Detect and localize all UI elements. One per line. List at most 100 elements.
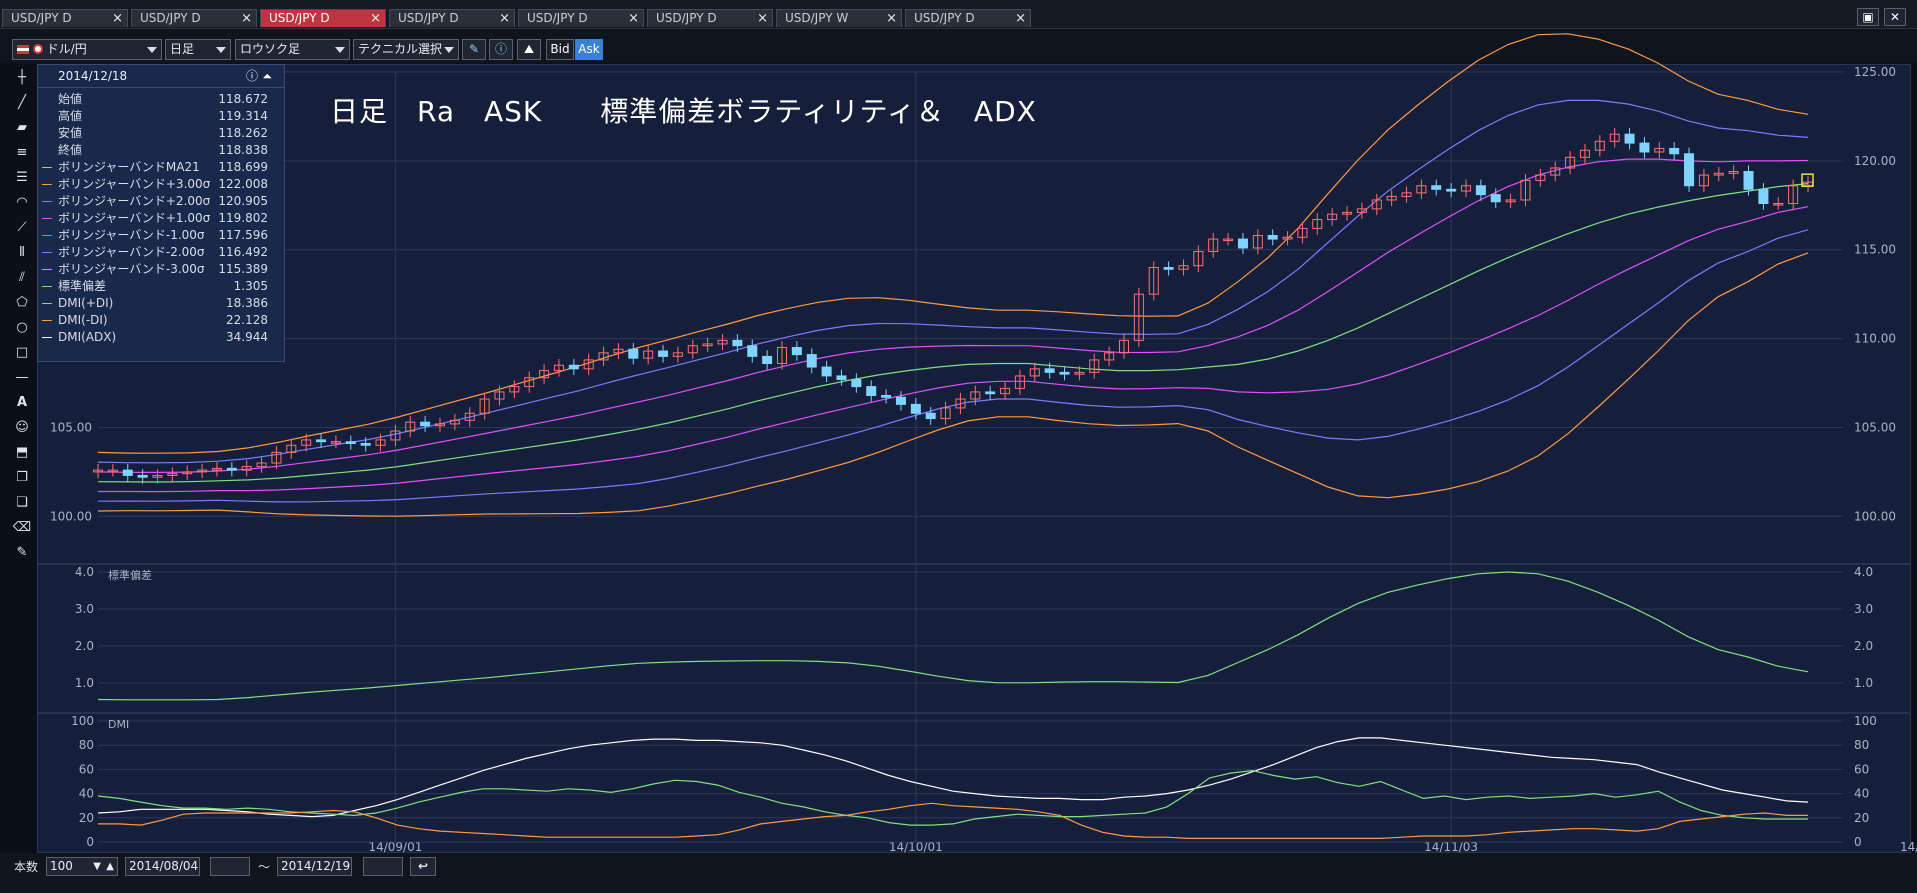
data-window-value: 22.128: [226, 313, 268, 327]
candle-body: [1237, 238, 1248, 249]
candle-body: [1044, 368, 1055, 373]
dmi-tick-label-right: 0: [1854, 835, 1862, 849]
data-window-row: ボリンジャーバンド+2.00σ 120.905: [38, 193, 278, 210]
bollinger-band-line: [97, 252, 1809, 517]
candle-body: [821, 366, 832, 377]
collapse-icon[interactable]: ⏶: [262, 65, 272, 87]
from-date-field[interactable]: 2014/08/04: [125, 857, 200, 876]
data-window-row: DMI(-DI) 22.128: [38, 312, 278, 329]
candle-body: [420, 421, 431, 427]
candle-body: [1743, 171, 1754, 190]
candle-body: [881, 394, 892, 398]
to-date-field[interactable]: 2014/12/19: [277, 857, 352, 876]
price-tick-label-right: 125.00: [1854, 65, 1896, 79]
candle-body: [1163, 267, 1174, 270]
data-window-date: 2014/12/18: [58, 69, 128, 83]
bollinger-band-line: [97, 183, 1809, 483]
data-window-value: 117.596: [218, 228, 268, 242]
plus-di-line: [97, 769, 1808, 826]
data-window-header: 2014/12/18 ⓘ ⏶: [38, 65, 284, 88]
price-tick-label-right: 110.00: [1854, 332, 1896, 346]
data-window-label: 安値: [58, 126, 83, 140]
data-window-row: DMI(+DI) 18.386: [38, 295, 278, 312]
dmi-tick-label-left: 80: [79, 738, 94, 752]
candle-body: [1475, 185, 1486, 196]
data-window-label: ボリンジャーバンド-2.00σ: [58, 245, 205, 259]
data-window-value: 34.944: [226, 330, 268, 344]
dmi-panel-label: DMI: [108, 718, 129, 731]
series-color-swatch: [42, 201, 52, 202]
candle-body: [226, 467, 237, 471]
data-window-value: 118.672: [218, 92, 268, 106]
price-tick-label-right: 100.00: [1854, 509, 1896, 523]
dmi-tick-label-left: 60: [79, 762, 94, 776]
candle-body: [732, 339, 743, 347]
data-window-label: 標準偏差: [58, 279, 107, 293]
bar-count-value: 100: [50, 859, 73, 873]
candle-body: [1059, 371, 1070, 375]
data-window-label: DMI(-DI): [58, 313, 108, 327]
data-window-value: 118.699: [218, 160, 268, 174]
stepper-down-icon[interactable]: ▼: [93, 858, 101, 875]
candle-body: [360, 442, 371, 446]
candle-body: [628, 348, 639, 359]
data-window-value: 1.305: [233, 279, 268, 293]
stddev-tick-label-right: 1.0: [1854, 676, 1873, 690]
candle-body: [866, 386, 877, 396]
data-window-row: 高値 119.314: [38, 108, 278, 125]
range-separator: ～: [258, 860, 271, 874]
price-tick-label-right: 115.00: [1854, 243, 1896, 257]
stddev-tick-label-right: 4.0: [1854, 565, 1873, 579]
dmi-tick-label-right: 40: [1854, 787, 1869, 801]
candle-body: [316, 439, 327, 443]
series-color-swatch: [42, 184, 52, 185]
stddev-tick-label-left: 2.0: [75, 639, 94, 653]
series-color-swatch: [42, 286, 52, 287]
data-window-value: 115.389: [218, 262, 268, 276]
dmi-tick-label-right: 100: [1854, 714, 1877, 728]
candle-body: [658, 350, 669, 357]
series-color-swatch: [42, 269, 52, 270]
data-window-value: 119.314: [218, 109, 268, 123]
from-time-field[interactable]: [210, 857, 250, 876]
candle-body: [791, 346, 802, 356]
price-tick-label-left: 100.00: [50, 509, 92, 523]
date-tick-label: 14/12/01: [1900, 840, 1917, 854]
series-color-swatch: [42, 167, 52, 168]
data-window-value: 118.262: [218, 126, 268, 140]
data-window-value: 18.386: [226, 296, 268, 310]
stddev-line: [97, 571, 1809, 701]
bar-count-label: 本数: [14, 860, 39, 874]
candle-body: [895, 396, 906, 405]
series-color-swatch: [42, 320, 52, 321]
data-window-value: 118.838: [218, 143, 268, 157]
candle-body: [836, 375, 847, 380]
info-icon[interactable]: ⓘ: [246, 65, 258, 87]
candle-body: [762, 355, 773, 364]
apply-button[interactable]: ↩: [410, 857, 436, 876]
stddev-tick-label-right: 3.0: [1854, 602, 1873, 616]
data-window-label: ボリンジャーバンド+3.00σ: [58, 177, 211, 191]
candle-body: [1639, 142, 1650, 153]
minus-di-line: [98, 802, 1808, 839]
bottom-bar: 本数 100 ▼ ▲ 2014/08/04 ～ 2014/12/19 ↩: [0, 853, 1917, 893]
candle-body: [806, 354, 817, 368]
price-tick-label-left: 105.00: [50, 420, 92, 434]
data-window-row: 終値 118.838: [38, 142, 278, 159]
stepper-up-icon[interactable]: ▲: [106, 858, 114, 875]
data-window-value: 122.008: [218, 177, 268, 191]
data-window-label: ボリンジャーバンド-3.00σ: [58, 262, 205, 276]
to-time-field[interactable]: [363, 857, 403, 876]
data-window-label: 始値: [58, 92, 83, 106]
stddev-tick-label-left: 3.0: [75, 602, 94, 616]
candle-body: [985, 391, 996, 395]
dmi-tick-label-left: 100: [71, 714, 94, 728]
bar-count-input[interactable]: 100 ▼ ▲: [46, 857, 118, 876]
candle-body: [851, 378, 862, 388]
candle-body: [1758, 188, 1769, 205]
series-color-swatch: [42, 337, 52, 338]
price-tick-label-right: 105.00: [1854, 420, 1896, 434]
dmi-tick-label-right: 60: [1854, 762, 1869, 776]
dmi-tick-label-right: 80: [1854, 738, 1869, 752]
data-window-value: 119.802: [218, 211, 268, 225]
